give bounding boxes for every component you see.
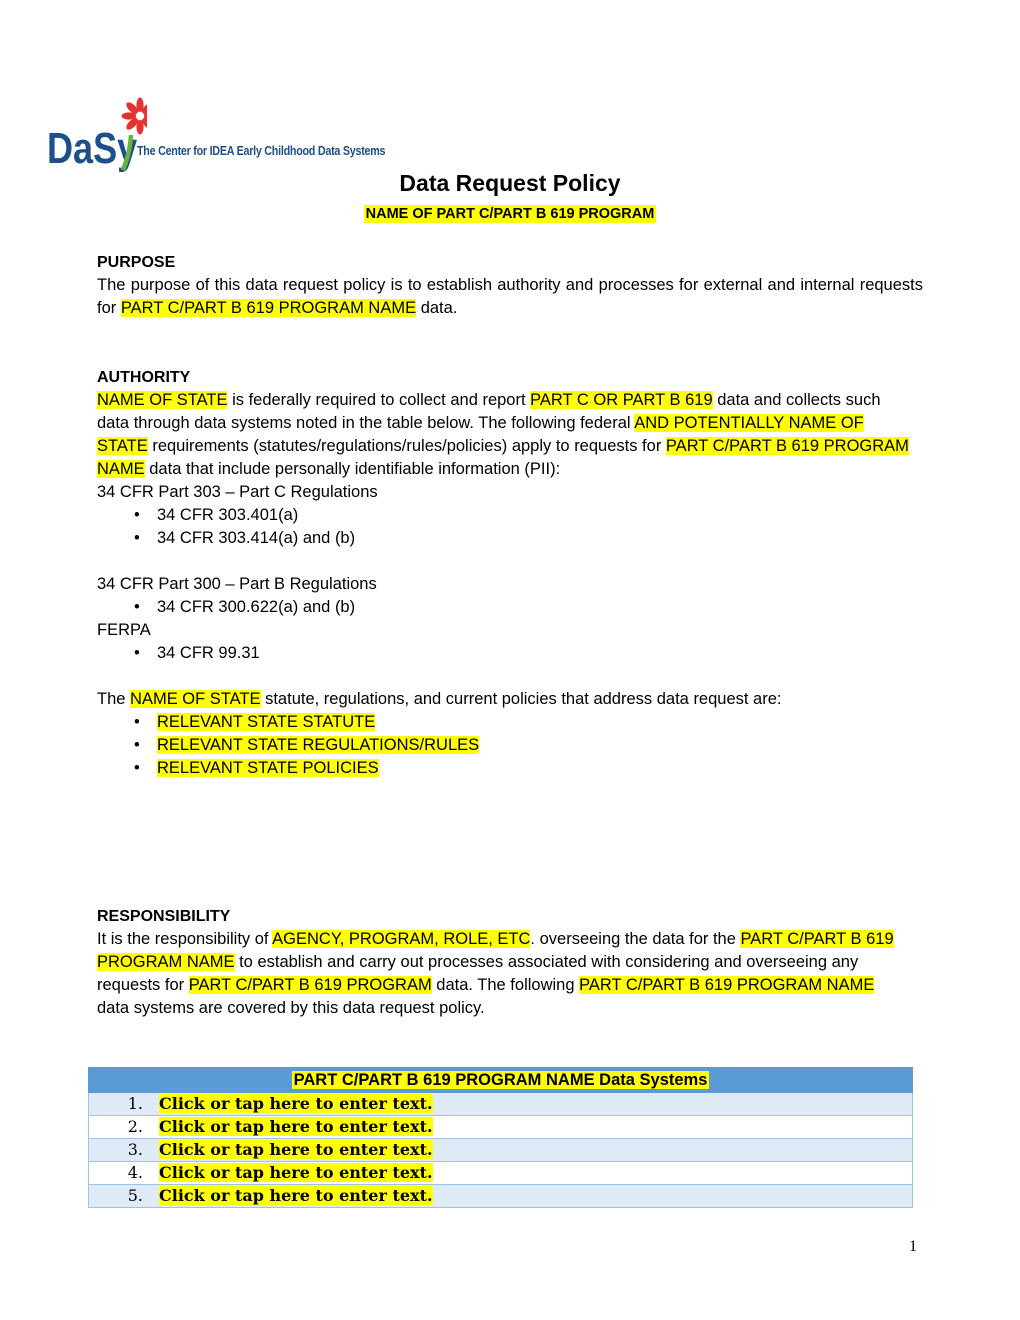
placeholder-highlight: PART C/PART B 619 PROGRAM NAME [120, 299, 417, 317]
text-entry-field[interactable]: Click or tap here to enter text. [159, 1094, 433, 1113]
program-name-placeholder: NAME OF PART C/PART B 619 PROGRAM [363, 205, 657, 223]
placeholder-highlight: RELEVANT STATE REGULATIONS/RULES [157, 736, 480, 754]
table-header-row: PART C/PART B 619 PROGRAM NAME Data Syst… [88, 1067, 913, 1093]
table-cell: 4. Click or tap here to enter text. [88, 1161, 913, 1185]
purpose-heading: PURPOSE [97, 254, 176, 271]
list-item: 34 CFR 303.401(a) [97, 504, 912, 527]
placeholder-highlight: PART C/PART B 619 PROGRAM NAME [579, 976, 875, 994]
purpose-section: PURPOSE The purpose of this data request… [97, 251, 923, 320]
page-number: 1 [909, 1238, 917, 1255]
table-cell: 2. Click or tap here to enter text. [88, 1115, 913, 1139]
part-c-list: 34 CFR 303.401(a) 34 CFR 303.414(a) and … [97, 504, 912, 550]
row-number: 3. [127, 1140, 143, 1159]
table-header: PART C/PART B 619 PROGRAM NAME Data Syst… [88, 1067, 913, 1093]
table-row: 5. Click or tap here to enter text. [88, 1184, 913, 1208]
list-item: 34 CFR 300.622(a) and (b) [97, 596, 912, 619]
text-run: data that include personally identifiabl… [144, 460, 561, 478]
placeholder-highlight: PART C OR PART B 619 [530, 391, 713, 409]
placeholder-highlight: AGENCY, PROGRAM, ROLE, ETC [272, 930, 531, 948]
table-cell: 1. Click or tap here to enter text. [88, 1092, 913, 1116]
responsibility-paragraph: It is the responsibility of AGENCY, PROG… [97, 928, 897, 1020]
text-entry-field[interactable]: Click or tap here to enter text. [159, 1140, 433, 1159]
list-item: RELEVANT STATE POLICIES [97, 757, 912, 780]
part-b-list: 34 CFR 300.622(a) and (b) [97, 596, 912, 619]
list-item: 34 CFR 303.414(a) and (b) [97, 527, 912, 550]
page-title: Data Request Policy [399, 170, 621, 196]
placeholder-highlight: NAME OF STATE [97, 391, 228, 409]
table-header-label: PART C/PART B 619 PROGRAM NAME Data Syst… [291, 1070, 710, 1089]
placeholder-highlight: RELEVANT STATE POLICIES [157, 759, 379, 777]
row-number: 2. [127, 1117, 143, 1136]
text-run: is federally required to collect and rep… [227, 391, 531, 409]
text-run: The [97, 690, 131, 708]
table-row: 3. Click or tap here to enter text. [88, 1138, 913, 1162]
list-item: RELEVANT STATE STATUTE [97, 711, 912, 734]
placeholder-highlight: RELEVANT STATE STATUTE [157, 713, 376, 731]
text-run: data. The following [431, 976, 580, 994]
table-row: 1. Click or tap here to enter text. [88, 1092, 913, 1116]
responsibility-heading: RESPONSIBILITY [97, 908, 231, 925]
text-entry-field[interactable]: Click or tap here to enter text. [159, 1186, 433, 1205]
state-paragraph: The NAME OF STATE statute, regulations, … [97, 688, 912, 711]
row-number: 5. [127, 1186, 143, 1205]
table-cell: 3. Click or tap here to enter text. [88, 1138, 913, 1162]
placeholder-highlight: PART C/PART B 619 PROGRAM [188, 976, 432, 994]
responsibility-section: RESPONSIBILITY It is the responsibility … [97, 905, 897, 1020]
program-subtitle: NAME OF PART C/PART B 619 PROGRAM [0, 205, 1020, 223]
text-run: statute, regulations, and current polici… [260, 690, 782, 708]
placeholder-highlight: NAME OF STATE [130, 690, 261, 708]
part-b-heading: 34 CFR Part 300 – Part B Regulations [97, 575, 377, 593]
text-entry-field[interactable]: Click or tap here to enter text. [159, 1117, 433, 1136]
text-run: It is the responsibility of [97, 930, 273, 948]
text-run: . overseeing the data for the [530, 930, 741, 948]
data-systems-table: PART C/PART B 619 PROGRAM NAME Data Syst… [88, 1067, 913, 1208]
authority-paragraph: NAME OF STATE is federally required to c… [97, 389, 912, 481]
row-number: 1. [127, 1094, 143, 1113]
dasy-logo: DaSy The Center for IDEA Early Childhood… [47, 95, 407, 175]
table-row: 2. Click or tap here to enter text. [88, 1115, 913, 1139]
authority-section: AUTHORITY NAME OF STATE is federally req… [97, 366, 912, 780]
list-item: RELEVANT STATE REGULATIONS/RULES [97, 734, 912, 757]
logo-tagline: The Center for IDEA Early Childhood Data… [137, 144, 386, 158]
dasy-logo-mark: DaSy [47, 97, 147, 173]
table-cell: 5. Click or tap here to enter text. [88, 1184, 913, 1208]
ferpa-list: 34 CFR 99.31 [97, 642, 912, 665]
ferpa-heading: FERPA [97, 621, 151, 639]
row-number: 4. [127, 1163, 143, 1182]
part-c-heading: 34 CFR Part 303 – Part C Regulations [97, 483, 378, 501]
text-run: data. [416, 299, 458, 317]
list-item: 34 CFR 99.31 [97, 642, 912, 665]
purpose-paragraph: The purpose of this data request policy … [97, 274, 923, 320]
state-list: RELEVANT STATE STATUTE RELEVANT STATE RE… [97, 711, 912, 780]
text-run: data systems are covered by this data re… [97, 999, 485, 1017]
table-row: 4. Click or tap here to enter text. [88, 1161, 913, 1185]
text-run: requirements (statutes/regulations/rules… [147, 437, 666, 455]
authority-heading: AUTHORITY [97, 369, 191, 386]
text-entry-field[interactable]: Click or tap here to enter text. [159, 1163, 433, 1182]
